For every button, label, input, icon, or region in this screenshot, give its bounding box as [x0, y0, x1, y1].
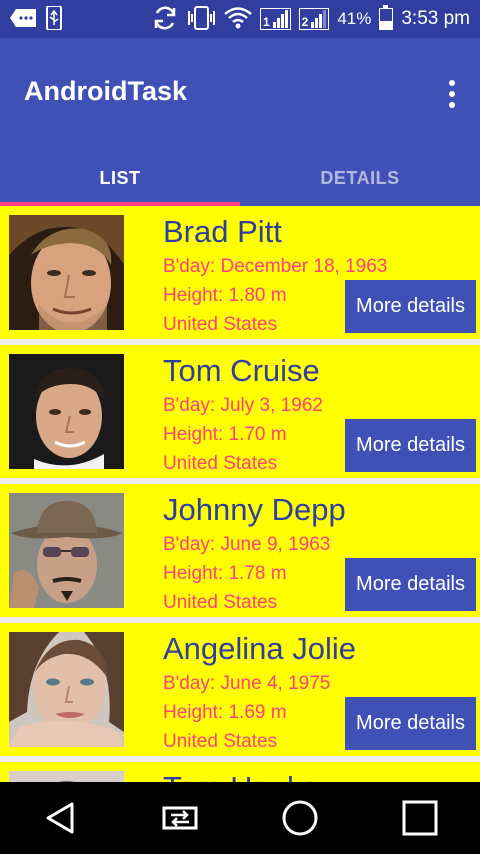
recent-switch-icon[interactable]: [150, 788, 210, 848]
person-country: United States: [163, 592, 278, 613]
sim1-label: 1: [262, 15, 270, 29]
person-country: United States: [163, 453, 278, 474]
navigation-bar: [0, 782, 480, 854]
person-height: Height: 1.70 m: [163, 424, 287, 445]
johnny-depp-photo: [9, 493, 124, 608]
tom-hanks-photo: [9, 771, 124, 782]
more-vert-icon[interactable]: [448, 80, 456, 108]
person-name: Tom Cruise: [163, 353, 320, 388]
more-details-button[interactable]: More details: [345, 558, 476, 611]
wifi-icon: [224, 6, 252, 32]
app-bar: AndroidTask: [0, 38, 480, 150]
tab-details[interactable]: DETAILS: [240, 150, 480, 206]
person-height: Height: 1.78 m: [163, 563, 287, 584]
more-details-button[interactable]: More details: [345, 280, 476, 333]
back-icon[interactable]: [30, 788, 90, 848]
clock: 3:53 pm: [401, 8, 470, 29]
person-name: Brad Pitt: [163, 214, 282, 249]
overview-icon[interactable]: [390, 788, 450, 848]
usb-icon: [46, 4, 62, 33]
person-birthday: B'day: June 4, 1975: [163, 673, 331, 694]
person-list[interactable]: Brad Pitt B'day: December 18, 1963 Heigh…: [0, 206, 480, 782]
person-name: Angelina Jolie: [163, 631, 357, 666]
person-name: Tom Hanks: [163, 770, 318, 782]
person-country: United States: [163, 731, 278, 752]
more-details-button[interactable]: More details: [345, 419, 476, 472]
tab-bar: LIST DETAILS: [0, 150, 480, 206]
list-item[interactable]: Tom Cruise B'day: July 3, 1962 Height: 1…: [0, 345, 480, 478]
vibrate-icon: [186, 5, 216, 34]
more-details-button[interactable]: More details: [345, 697, 476, 750]
sim2-label: 2: [301, 15, 309, 29]
battery-percent: 41%: [337, 9, 372, 28]
list-item[interactable]: Brad Pitt B'day: December 18, 1963 Heigh…: [0, 206, 480, 339]
app-title: AndroidTask: [24, 76, 188, 106]
brad-pitt-photo: [9, 215, 124, 330]
message-icon: [10, 8, 36, 30]
list-item[interactable]: Johnny Depp B'day: June 9, 1963 Height: …: [0, 484, 480, 617]
person-birthday: B'day: July 3, 1962: [163, 395, 323, 416]
person-height: Height: 1.69 m: [163, 702, 287, 723]
home-icon[interactable]: [270, 788, 330, 848]
tom-cruise-photo: [9, 354, 124, 469]
person-name: Johnny Depp: [163, 492, 346, 527]
list-item[interactable]: Angelina Jolie B'day: June 4, 1975 Heigh…: [0, 623, 480, 756]
list-item[interactable]: Tom Hanks: [0, 762, 480, 782]
sync-icon: [152, 5, 178, 34]
signal-icon: 2: [298, 8, 330, 30]
person-country: United States: [163, 314, 278, 335]
status-bar: 1 2 41% 3:53 pm: [0, 0, 480, 38]
tab-list[interactable]: LIST: [0, 150, 240, 206]
battery-icon: [379, 5, 394, 30]
angelina-jolie-photo: [9, 632, 124, 747]
person-height: Height: 1.80 m: [163, 285, 287, 306]
signal-icon: 1: [259, 8, 291, 30]
person-birthday: B'day: December 18, 1963: [163, 256, 388, 277]
person-birthday: B'day: June 9, 1963: [163, 534, 331, 555]
